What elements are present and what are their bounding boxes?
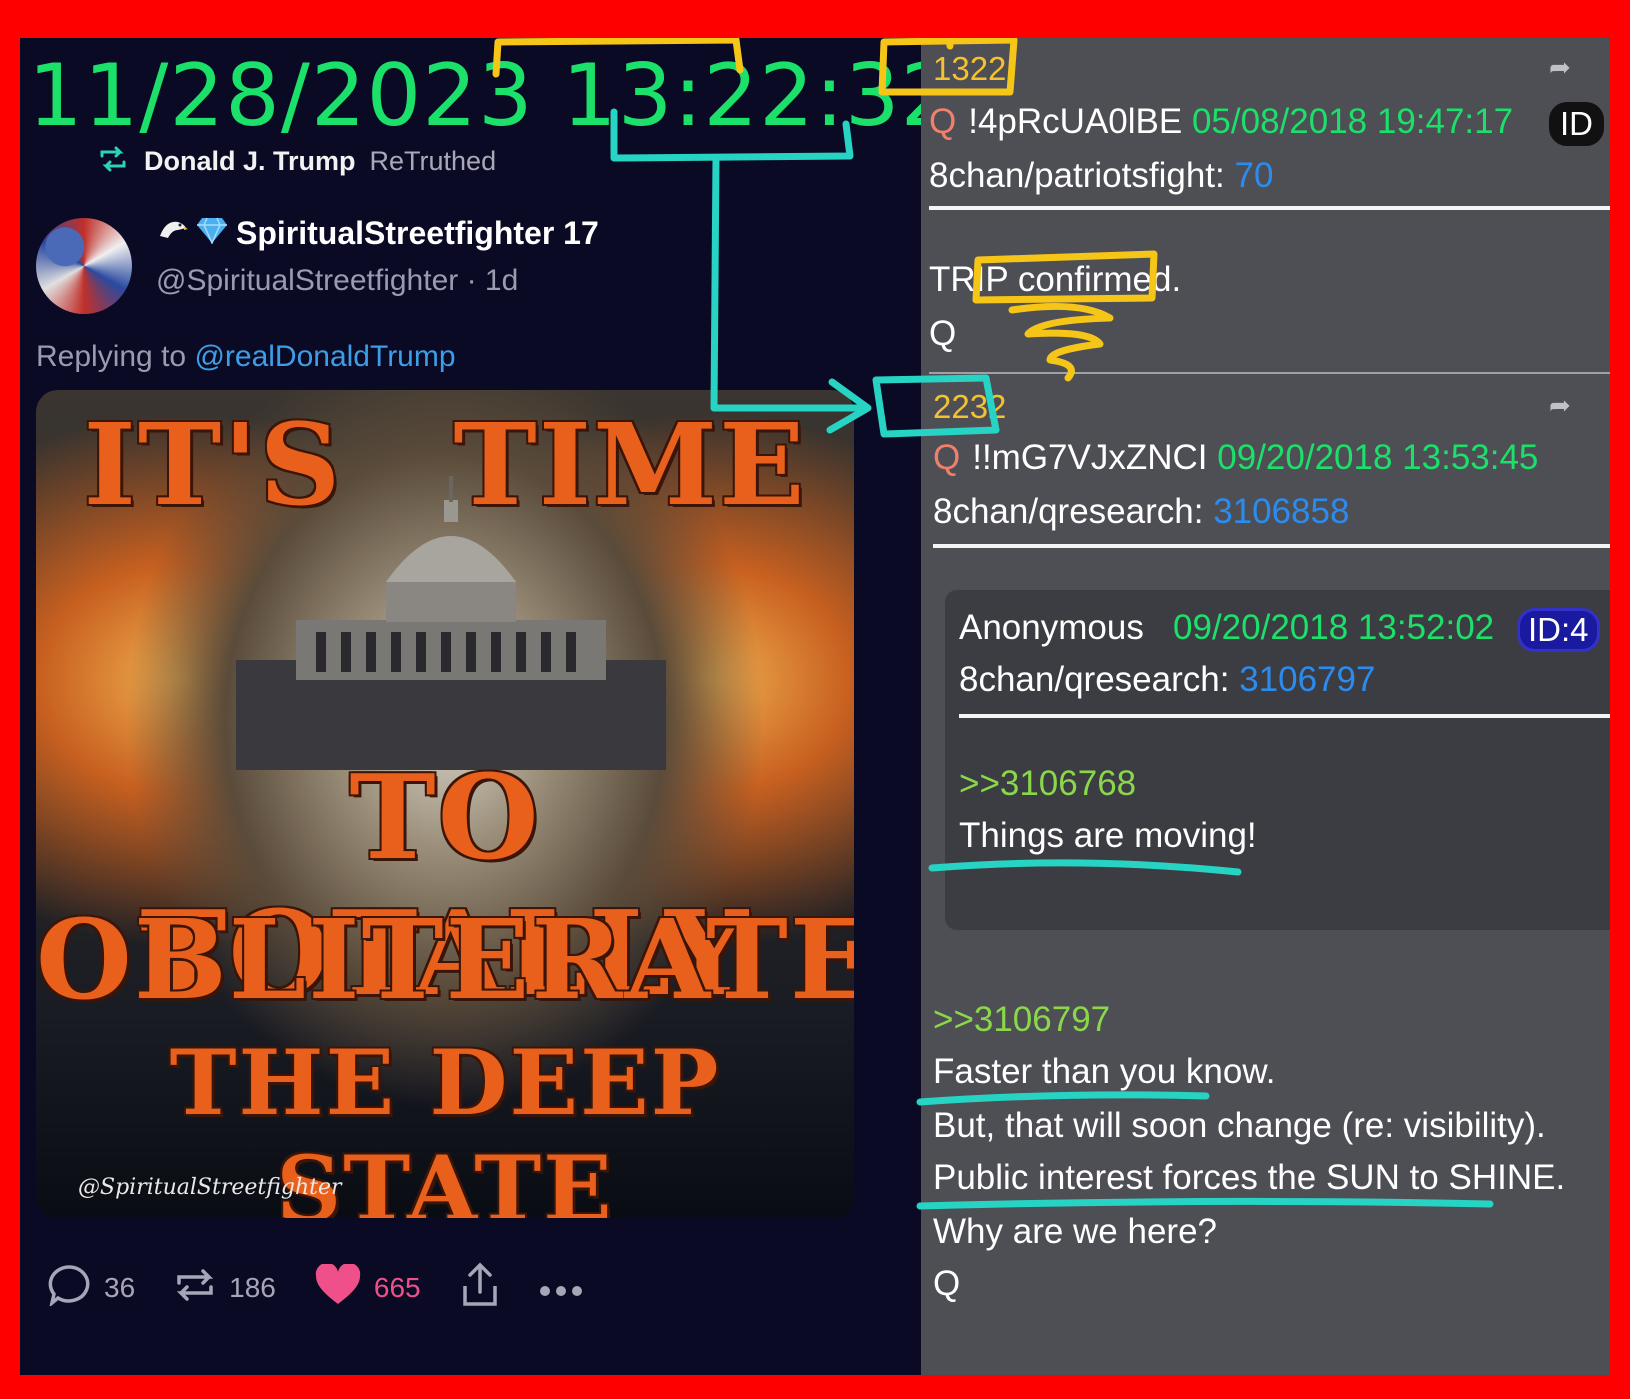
- yellow-box-confirmed: [972, 250, 1158, 304]
- yellow-scribble: [1008, 302, 1114, 382]
- yellow-box-minutes: [492, 38, 744, 78]
- screenshot-frame: 11/28/2023 13:22:32 Donald J. Trump ReTr…: [20, 38, 1610, 1375]
- cyan-bracket-seconds: [610, 108, 854, 162]
- underline-public-interest: [916, 1197, 1494, 1210]
- underline-things-moving: [928, 859, 1242, 876]
- cyan-box-2232: [872, 374, 1000, 438]
- annotation-overlay: [492, 38, 1494, 1210]
- underline-faster: [916, 1091, 1210, 1106]
- cyan-connector: [710, 154, 870, 412]
